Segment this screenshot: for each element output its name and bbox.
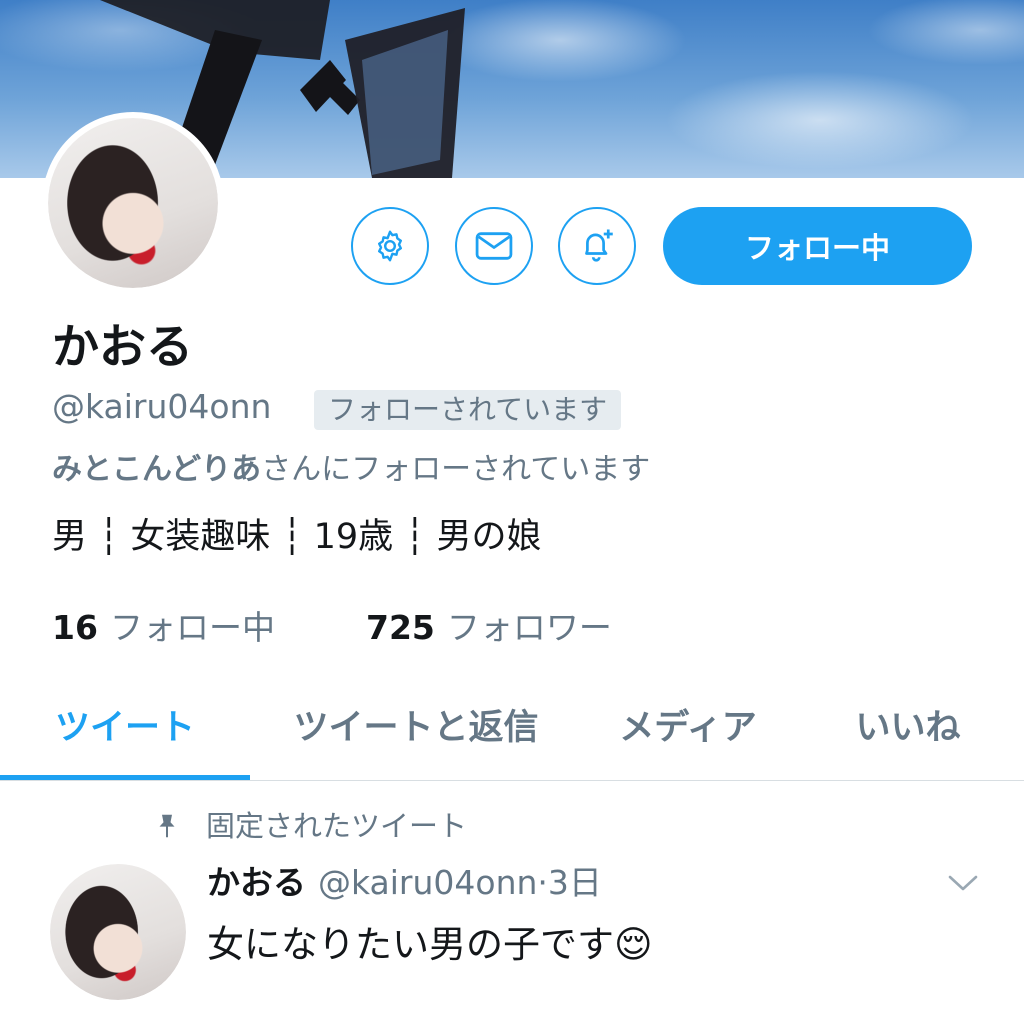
- followers-label: フォロワー: [446, 608, 612, 647]
- mutual-followers[interactable]: みとこんどりあさんにフォローされています: [52, 450, 650, 490]
- tweet-header: かおる @kairu04onn·3日: [207, 860, 602, 906]
- followers-count: 725: [366, 608, 435, 647]
- follows-you-badge: フォローされています: [314, 390, 622, 430]
- tabs-divider: [0, 780, 1024, 781]
- bell-plus-icon: [585, 229, 613, 262]
- tweet-avatar-image: [50, 864, 186, 1000]
- settings-button[interactable]: [351, 207, 429, 285]
- following-button[interactable]: フォロー中: [663, 207, 972, 285]
- tweet-author-avatar[interactable]: [50, 864, 186, 1000]
- envelope-icon: [475, 232, 513, 260]
- display-name: かおる: [52, 320, 193, 375]
- avatar-image: [48, 118, 218, 288]
- followers-stat[interactable]: 725 フォロワー: [366, 606, 612, 650]
- tweet-text: 女になりたい男の子です😌: [207, 923, 653, 966]
- following-count: 16: [52, 608, 98, 647]
- notifications-button[interactable]: [558, 207, 636, 285]
- tweet-timestamp[interactable]: ·3日: [537, 863, 602, 902]
- direct-message-button[interactable]: [455, 207, 533, 285]
- tweet-author-handle[interactable]: @kairu04onn: [318, 863, 537, 902]
- mutual-follower-suffix: さんにフォローされています: [261, 452, 651, 487]
- pin-icon: [159, 814, 175, 838]
- mutual-follower-name[interactable]: みとこんどりあ: [52, 452, 261, 487]
- following-label: フォロー中: [109, 608, 275, 647]
- tab-tweets[interactable]: ツイート: [0, 700, 250, 780]
- user-handle: @kairu04onn: [52, 387, 272, 426]
- tweet-author-name[interactable]: かおる: [207, 863, 306, 902]
- pinned-label: 固定されたツイート: [206, 809, 468, 843]
- following-stat[interactable]: 16 フォロー中: [52, 606, 275, 650]
- profile-avatar[interactable]: [42, 112, 224, 294]
- tab-likes[interactable]: いいね: [820, 700, 996, 780]
- chevron-down-icon[interactable]: [946, 872, 980, 894]
- profile-bio: 男 ┆ 女装趣味 ┆ 19歳 ┆ 男の娘: [52, 517, 542, 557]
- pinned-tweet-header: 固定されたツイート: [152, 806, 467, 846]
- gear-icon: [378, 230, 402, 262]
- tab-tweets-and-replies[interactable]: ツイートと返信: [258, 700, 574, 780]
- tab-media[interactable]: メディア: [590, 700, 786, 780]
